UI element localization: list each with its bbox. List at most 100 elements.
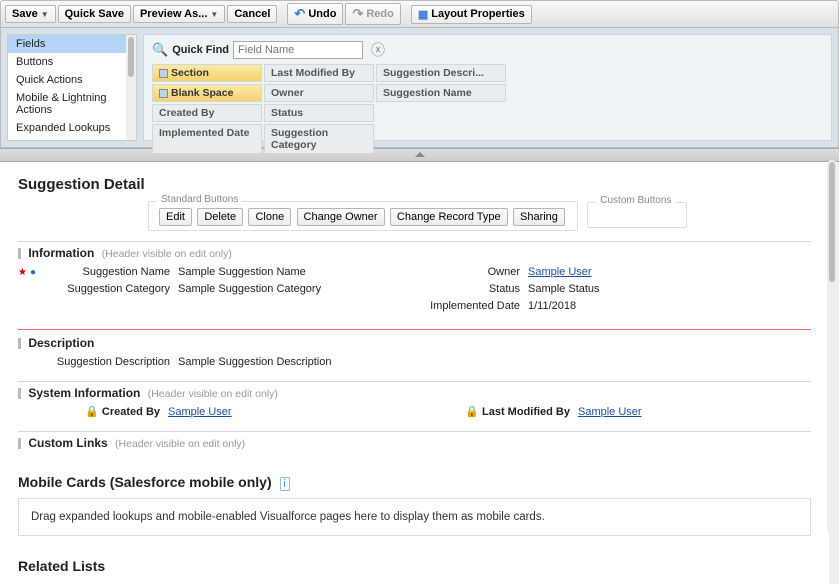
section-title: System Information: [28, 386, 140, 400]
sidebar-item-quick-actions[interactable]: Quick Actions: [8, 71, 136, 89]
info-icon[interactable]: i: [280, 477, 290, 491]
palette-label: Section: [171, 67, 209, 79]
field-value: Sample Suggestion Category: [178, 281, 418, 298]
detail-title: Suggestion Detail: [18, 176, 145, 193]
undo-icon: ↶: [294, 6, 305, 22]
quick-save-button[interactable]: Quick Save: [58, 5, 131, 23]
delete-button[interactable]: Delete: [197, 208, 243, 226]
field-palette: 🔍 Quick Find ⓧ Section Last Modified By …: [143, 34, 832, 141]
custom-buttons-group: Custom Buttons: [587, 202, 687, 228]
preview-scrollbar[interactable]: [827, 160, 837, 534]
quick-find-input[interactable]: [233, 41, 363, 59]
field-value: Sample Status: [528, 281, 678, 298]
section-note: (Header visible on edit only): [115, 438, 245, 450]
required-icon: ★: [18, 267, 27, 278]
section-header-custom-links[interactable]: Custom Links (Header visible on edit onl…: [18, 436, 811, 450]
save-label: Save: [12, 8, 38, 20]
field-label: Suggestion Category: [38, 281, 178, 298]
sidebar-scrollbar[interactable]: [126, 35, 136, 140]
field-value: Sample Suggestion Name: [178, 264, 418, 281]
section-title: Description: [28, 336, 94, 350]
sidebar-item-mobile-actions[interactable]: Mobile & Lightning Actions: [8, 89, 136, 119]
save-button[interactable]: Save▼: [5, 5, 56, 23]
redo-icon: ↷: [352, 6, 363, 22]
field-label: Status: [418, 281, 528, 298]
field-value: Sample Suggestion Description: [178, 354, 811, 371]
palette-status[interactable]: Status: [264, 104, 374, 122]
field-label: Last Modified By: [482, 406, 570, 418]
standard-buttons-group: Standard Buttons Edit Delete Clone Chang…: [148, 201, 578, 231]
sidebar-item-related-lists[interactable]: Related Lists: [8, 137, 136, 141]
preview-as-button[interactable]: Preview As...▼: [133, 5, 225, 23]
sidebar-item-expanded-lookups[interactable]: Expanded Lookups: [8, 119, 136, 137]
clone-button[interactable]: Clone: [248, 208, 291, 226]
field-value: Sample User: [528, 264, 678, 281]
section-bar-icon: [18, 248, 21, 259]
created-by-link[interactable]: Sample User: [168, 406, 232, 418]
edit-button[interactable]: Edit: [159, 208, 192, 226]
sidebar-item-buttons[interactable]: Buttons: [8, 53, 136, 71]
palette-suggestion-category[interactable]: Suggestion Category: [264, 124, 374, 154]
caret-down-icon: ▼: [41, 10, 49, 19]
palette-implemented-date[interactable]: Implemented Date: [152, 124, 262, 154]
mobile-cards-header: Mobile Cards (Salesforce mobile only) i: [18, 474, 811, 490]
layout-icon: ▦: [418, 8, 428, 21]
field-label: Created By: [102, 406, 160, 418]
field-label: Suggestion Description: [18, 354, 178, 371]
system-info-grid: 🔒Created By Sample User 🔒Last Modified B…: [18, 404, 811, 421]
related-lists-header: Related Lists: [18, 558, 811, 574]
lock-icon: 🔒: [85, 406, 99, 418]
change-record-type-button[interactable]: Change Record Type: [390, 208, 508, 226]
redo-label: Redo: [366, 8, 394, 20]
custom-buttons-legend: Custom Buttons: [596, 195, 675, 206]
section-header-information[interactable]: Information (Header visible on edit only…: [18, 246, 811, 260]
layout-preview: Suggestion Detail Standard Buttons Edit …: [0, 162, 839, 584]
palette-last-modified-by[interactable]: Last Modified By: [264, 64, 374, 82]
field-label: Suggestion Name: [38, 264, 178, 281]
mobile-cards-title: Mobile Cards (Salesforce mobile only): [18, 474, 272, 490]
lock-icon: 🔒: [465, 406, 479, 418]
field-value: 1/11/2018: [528, 298, 678, 315]
cancel-button[interactable]: Cancel: [227, 5, 277, 23]
section-header-description[interactable]: Description: [18, 336, 811, 350]
undo-label: Undo: [308, 8, 336, 20]
field-dot-icon: ●: [30, 267, 36, 278]
search-icon: 🔍: [152, 42, 168, 58]
standard-buttons-legend: Standard Buttons: [157, 194, 242, 205]
toolbar: Save▼ Quick Save Preview As...▼ Cancel ↶…: [0, 0, 839, 28]
section-bar-icon: [18, 388, 21, 399]
mobile-cards-dropzone[interactable]: Drag expanded lookups and mobile-enabled…: [18, 498, 811, 536]
palette-label: Blank Space: [171, 87, 233, 99]
field-label: Owner: [418, 264, 528, 281]
caret-down-icon: ▼: [210, 10, 218, 19]
description-grid: Suggestion Description Sample Suggestion…: [18, 354, 811, 371]
palette-owner[interactable]: Owner: [264, 84, 374, 102]
palette-created-by[interactable]: Created By: [152, 104, 262, 122]
sidebar-item-fields[interactable]: Fields: [8, 35, 136, 53]
palette-suggestion-descr[interactable]: Suggestion Descri...: [376, 64, 506, 82]
section-header-system-info[interactable]: System Information (Header visible on ed…: [18, 386, 811, 400]
palette-section[interactable]: Section: [152, 64, 262, 82]
palette-blank-space[interactable]: Blank Space: [152, 84, 262, 102]
undo-button[interactable]: ↶Undo: [287, 3, 343, 25]
information-grid: ★ ● Suggestion Name Sample Suggestion Na…: [18, 264, 811, 315]
redo-button[interactable]: ↷Redo: [345, 3, 400, 25]
palette-sidebar: Fields Buttons Quick Actions Mobile & Li…: [7, 34, 137, 141]
layout-properties-button[interactable]: ▦Layout Properties: [411, 5, 532, 24]
section-icon: [159, 89, 168, 98]
section-icon: [159, 69, 168, 78]
owner-link[interactable]: Sample User: [528, 266, 592, 278]
editor-pane: Fields Buttons Quick Actions Mobile & Li…: [0, 28, 839, 148]
layout-properties-label: Layout Properties: [431, 8, 525, 20]
change-owner-button[interactable]: Change Owner: [297, 208, 385, 226]
field-label: Implemented Date: [418, 298, 528, 315]
modified-by-link[interactable]: Sample User: [578, 406, 642, 418]
quick-find-label: Quick Find: [172, 44, 229, 56]
preview-as-label: Preview As...: [140, 8, 207, 20]
section-bar-icon: [18, 438, 21, 449]
section-title: Information: [28, 246, 94, 260]
sharing-button[interactable]: Sharing: [513, 208, 565, 226]
clear-icon[interactable]: ⓧ: [367, 40, 389, 60]
section-title: Custom Links: [28, 436, 107, 450]
palette-suggestion-name[interactable]: Suggestion Name: [376, 84, 506, 102]
